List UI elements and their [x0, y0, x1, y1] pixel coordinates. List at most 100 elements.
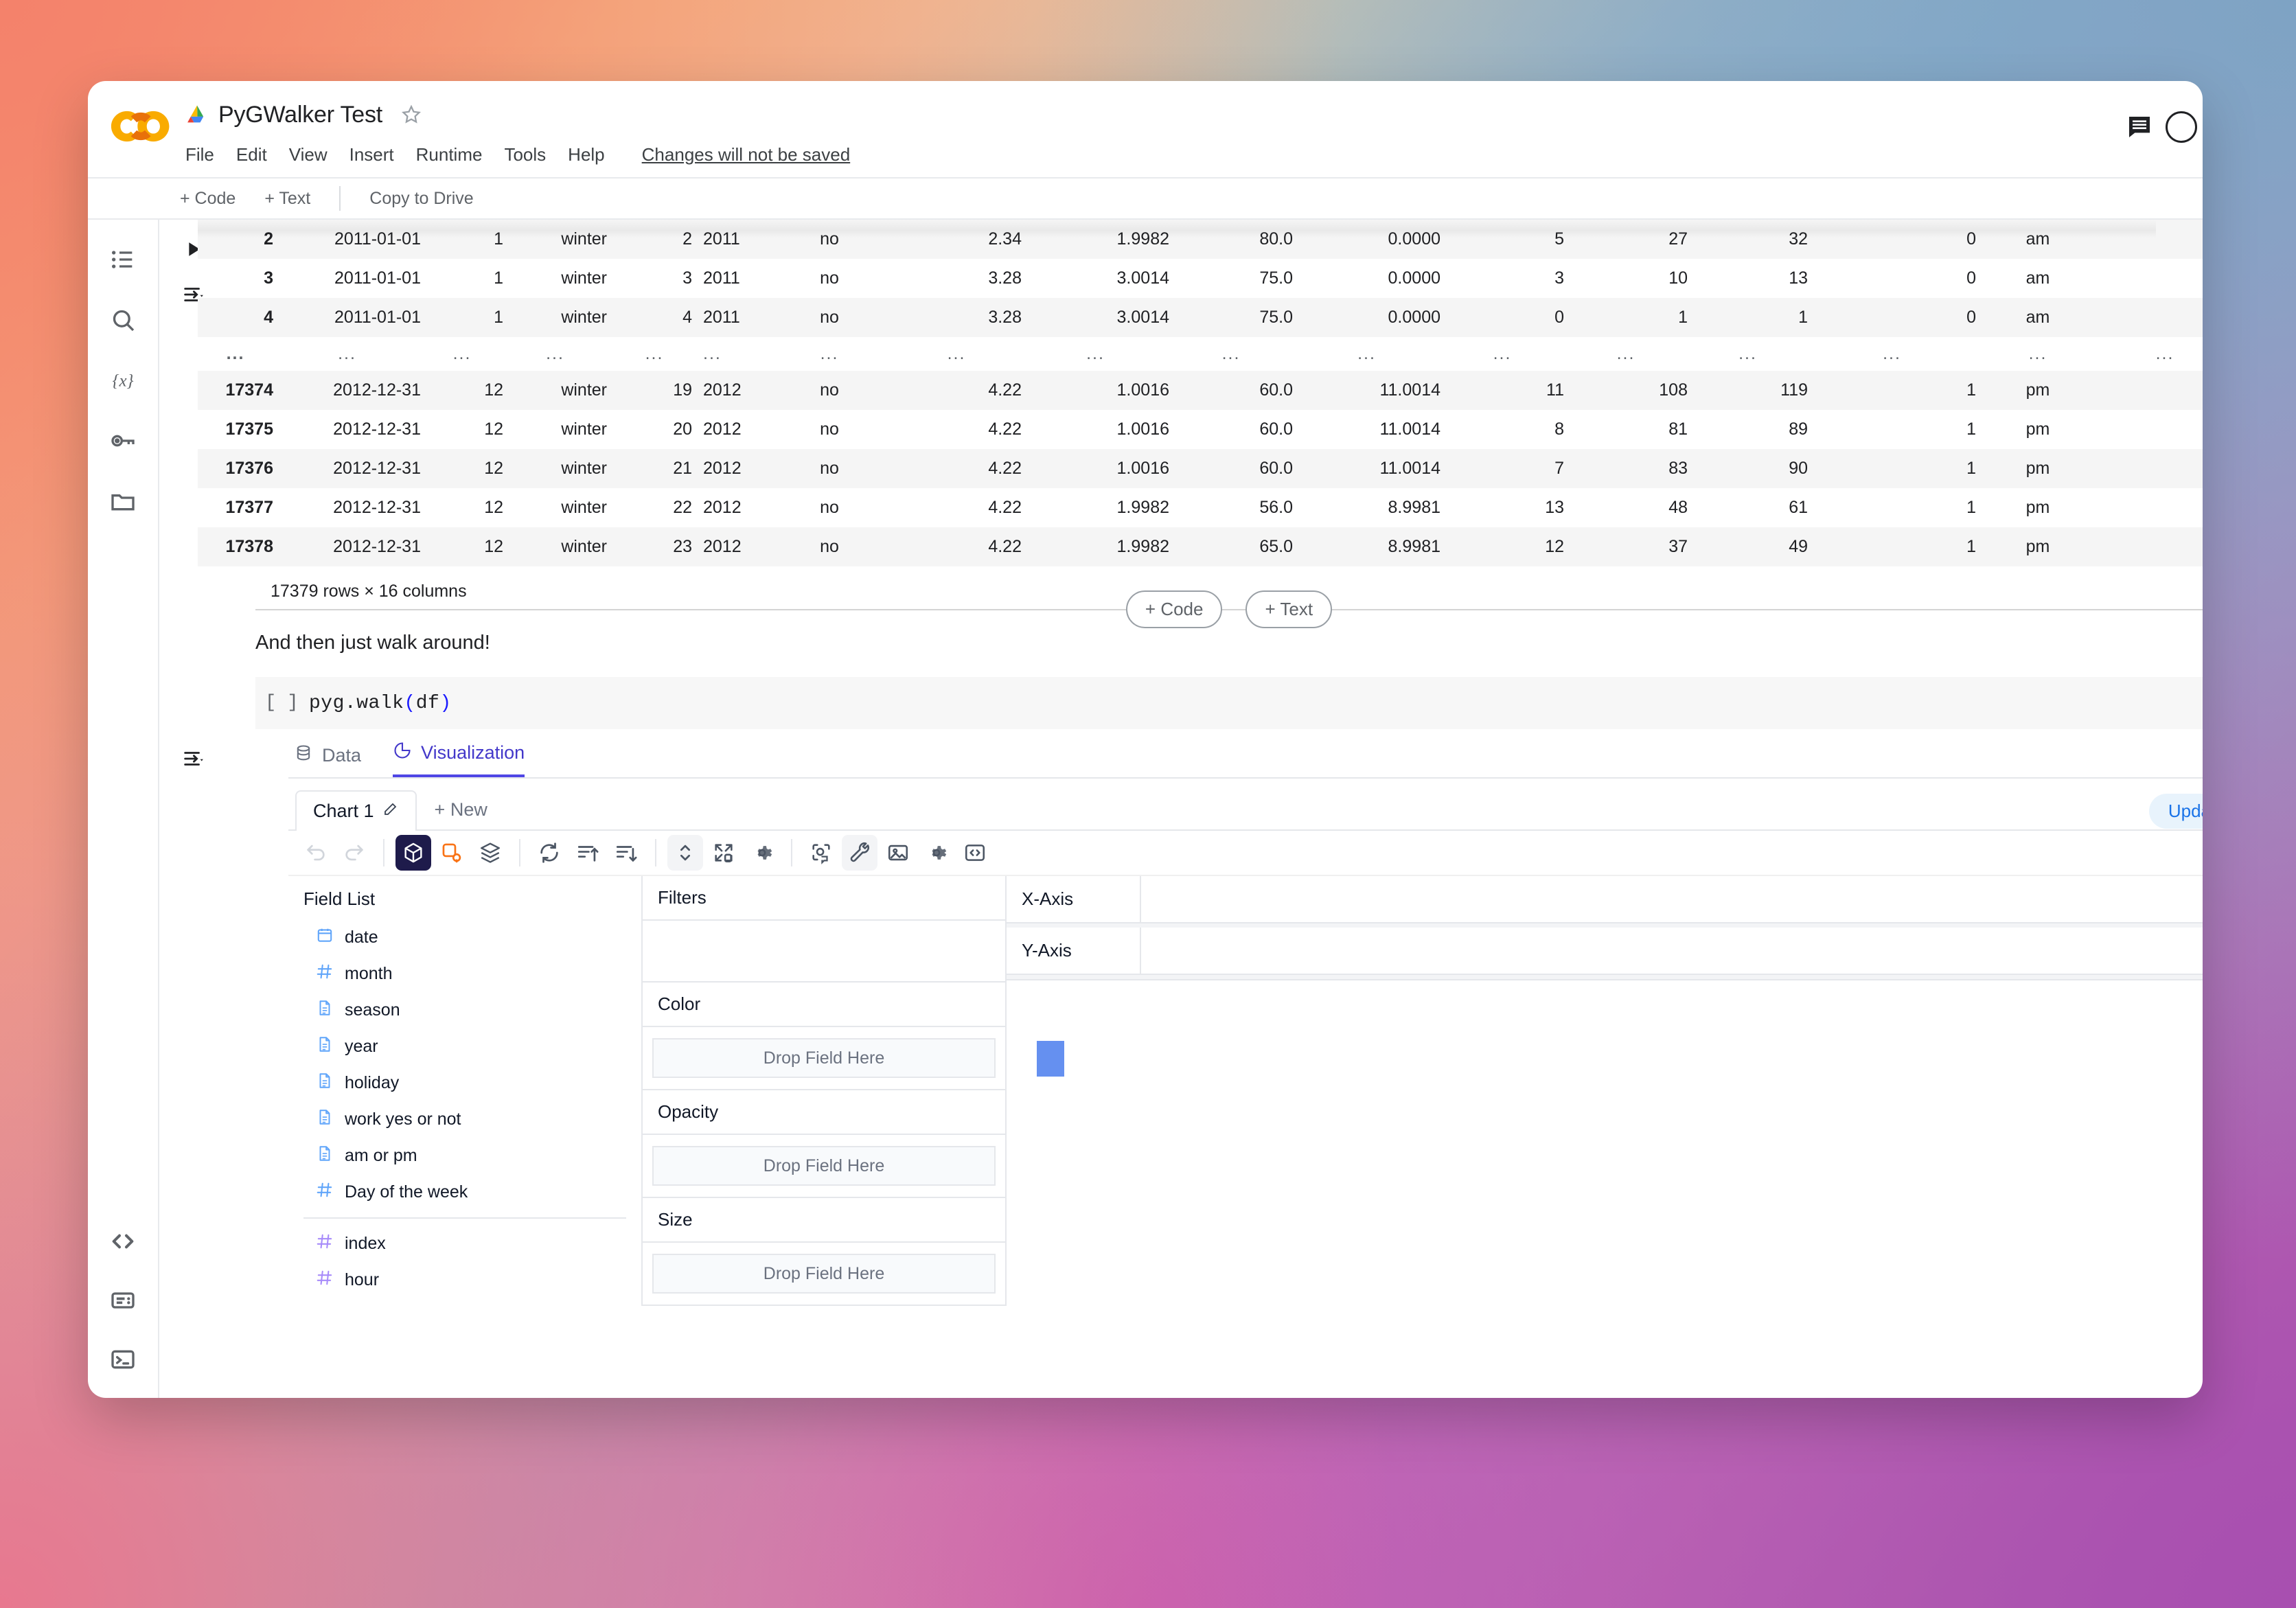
field-item-day-of-the-week[interactable]: Day of the week: [288, 1174, 641, 1210]
field-item-hour[interactable]: hour: [288, 1262, 641, 1298]
cell-registered: 81: [1668, 420, 1688, 439]
table-row[interactable]: 17377 2012-12-31 12 winter 22 2012 no 4.…: [198, 488, 2203, 527]
code-cell[interactable]: [ ] pyg.walk(df): [255, 677, 2203, 729]
secrets-key-icon[interactable]: [108, 426, 138, 456]
cell-humidity: 65.0: [1259, 537, 1293, 556]
search-icon[interactable]: [108, 305, 138, 335]
x-axis-dropzone[interactable]: [1141, 876, 2203, 923]
menu-item-view[interactable]: View: [289, 144, 328, 165]
dataframe-table[interactable]: 2 2011-01-01 1 winter 2 2011 no 2.34 1.9…: [198, 220, 2203, 566]
ellipsis-cell: ...: [820, 344, 839, 363]
menu-item-edit[interactable]: Edit: [236, 144, 267, 165]
resize-settings-gear-icon[interactable]: [744, 835, 780, 871]
cell-hour: 19: [673, 380, 692, 400]
cell-count: 1: [1798, 308, 1808, 327]
star-icon[interactable]: [400, 104, 422, 126]
code-export-icon[interactable]: [957, 835, 993, 871]
sort-descending-icon[interactable]: [608, 835, 644, 871]
table-row[interactable]: 17375 2012-12-31 12 winter 20 2012 no 4.…: [198, 410, 2203, 449]
chart-tabbar: Chart 1 + New: [288, 779, 2203, 831]
code-snippets-icon[interactable]: [108, 1226, 138, 1256]
wrench-config-icon[interactable]: [842, 835, 877, 871]
filters-dropzone[interactable]: [643, 921, 1005, 981]
cell-humidity: 75.0: [1259, 308, 1293, 327]
pygwalker-tabbar: Data Visualization: [288, 731, 2203, 779]
export-image-icon[interactable]: [880, 835, 916, 871]
image-settings-gear-icon[interactable]: [919, 835, 954, 871]
comment-icon[interactable]: [2126, 113, 2153, 141]
selection-tool-icon[interactable]: [803, 835, 839, 871]
code-cell-source[interactable]: pyg.walk(df): [309, 693, 452, 714]
menu-item-tools[interactable]: Tools: [504, 144, 546, 165]
terminal-icon[interactable]: [108, 1344, 138, 1375]
field-item-index[interactable]: index: [288, 1226, 641, 1262]
ellipsis-cell: ...: [2028, 344, 2047, 363]
cell-registered: 1: [1678, 308, 1688, 327]
colab-logo[interactable]: [110, 108, 176, 148]
field-item-month[interactable]: month: [288, 956, 641, 992]
layers-stack-icon[interactable]: [472, 835, 508, 871]
cell-month: 12: [484, 380, 503, 400]
menu-item-help[interactable]: Help: [568, 144, 604, 165]
ellipsis-cell: ...: [452, 344, 472, 363]
markdown-cell-text[interactable]: And then just walk around!: [255, 632, 490, 654]
files-folder-icon[interactable]: [108, 486, 138, 516]
refresh-sync-icon[interactable]: [531, 835, 567, 871]
menu-item-runtime[interactable]: Runtime: [416, 144, 483, 165]
opacity-dropzone[interactable]: Drop Field Here: [652, 1146, 996, 1186]
chart-tab-chart-1[interactable]: Chart 1: [295, 790, 417, 831]
tab-visualization[interactable]: Visualization: [393, 741, 525, 777]
new-chart-button[interactable]: + New: [417, 790, 505, 829]
command-palette-icon[interactable]: [108, 1285, 138, 1316]
fullscreen-resize-icon[interactable]: [706, 835, 742, 871]
table-row[interactable]: 3 2011-01-01 1 winter 3 2011 no 3.28 3.0…: [198, 259, 2203, 298]
field-item-work-yes-or-not[interactable]: work yes or not: [288, 1101, 641, 1138]
table-row[interactable]: 17376 2012-12-31 12 winter 21 2012 no 4.…: [198, 449, 2203, 488]
update-button[interactable]: Upda: [2148, 794, 2203, 829]
table-row[interactable]: 17374 2012-12-31 12 winter 19 2012 no 4.…: [198, 371, 2203, 410]
field-item-date[interactable]: date: [288, 919, 641, 956]
field-item-holiday[interactable]: holiday: [288, 1065, 641, 1101]
cell-work: 1: [1966, 380, 1976, 400]
tab-data[interactable]: Data: [294, 744, 361, 777]
title-row: PyGWalker Test: [185, 99, 2203, 130]
code-cell-prompt[interactable]: [ ]: [265, 693, 309, 713]
copy-to-drive-button[interactable]: Copy to Drive: [358, 185, 484, 213]
add-text-cell-inline-button[interactable]: + Text: [1245, 590, 1333, 628]
add-text-cell-button[interactable]: + Text: [253, 185, 321, 213]
table-of-contents-icon[interactable]: [108, 244, 138, 275]
page-title[interactable]: PyGWalker Test: [218, 102, 382, 128]
cell-work: 1: [1966, 498, 1976, 517]
cell-output-toggle-icon-2[interactable]: [174, 740, 211, 777]
expand-vertical-icon[interactable]: [667, 835, 703, 871]
color-dropzone[interactable]: Drop Field Here: [652, 1038, 996, 1078]
cell-season: winter: [561, 420, 607, 439]
cell-ampm: am: [2025, 268, 2050, 288]
shape-hint-icon[interactable]: [434, 835, 470, 871]
divider-line-mid: [1222, 608, 1246, 610]
field-item-year[interactable]: year: [288, 1029, 641, 1065]
y-axis-dropzone[interactable]: [1141, 928, 2203, 975]
field-item-season[interactable]: season: [288, 992, 641, 1029]
avatar[interactable]: [2166, 111, 2197, 143]
undo-icon[interactable]: [298, 835, 334, 871]
menu-item-file[interactable]: File: [185, 144, 214, 165]
save-status-note[interactable]: Changes will not be saved: [642, 144, 851, 165]
redo-icon[interactable]: [336, 835, 372, 871]
chart-render-area[interactable]: [1007, 979, 2203, 1254]
document-icon: [316, 1145, 334, 1167]
add-code-cell-inline-button[interactable]: + Code: [1125, 590, 1223, 628]
pencil-edit-icon[interactable]: [382, 801, 399, 822]
add-code-cell-button[interactable]: + Code: [169, 185, 246, 213]
cell-registered: 48: [1668, 498, 1688, 517]
field-item-am-or-pm[interactable]: am or pm: [288, 1138, 641, 1174]
table-row[interactable]: 4 2011-01-01 1 winter 4 2011 no 3.28 3.0…: [198, 298, 2203, 337]
table-row[interactable]: 17378 2012-12-31 12 winter 23 2012 no 4.…: [198, 527, 2203, 566]
menu-item-insert[interactable]: Insert: [349, 144, 394, 165]
variables-icon[interactable]: {x}: [108, 365, 138, 395]
sort-ascending-icon[interactable]: [570, 835, 606, 871]
left-rail-bottom: [88, 1226, 158, 1375]
cube-mark-icon[interactable]: [395, 835, 431, 871]
dataframe-body: 2 2011-01-01 1 winter 2 2011 no 2.34 1.9…: [198, 220, 2203, 566]
size-dropzone[interactable]: Drop Field Here: [652, 1254, 996, 1294]
